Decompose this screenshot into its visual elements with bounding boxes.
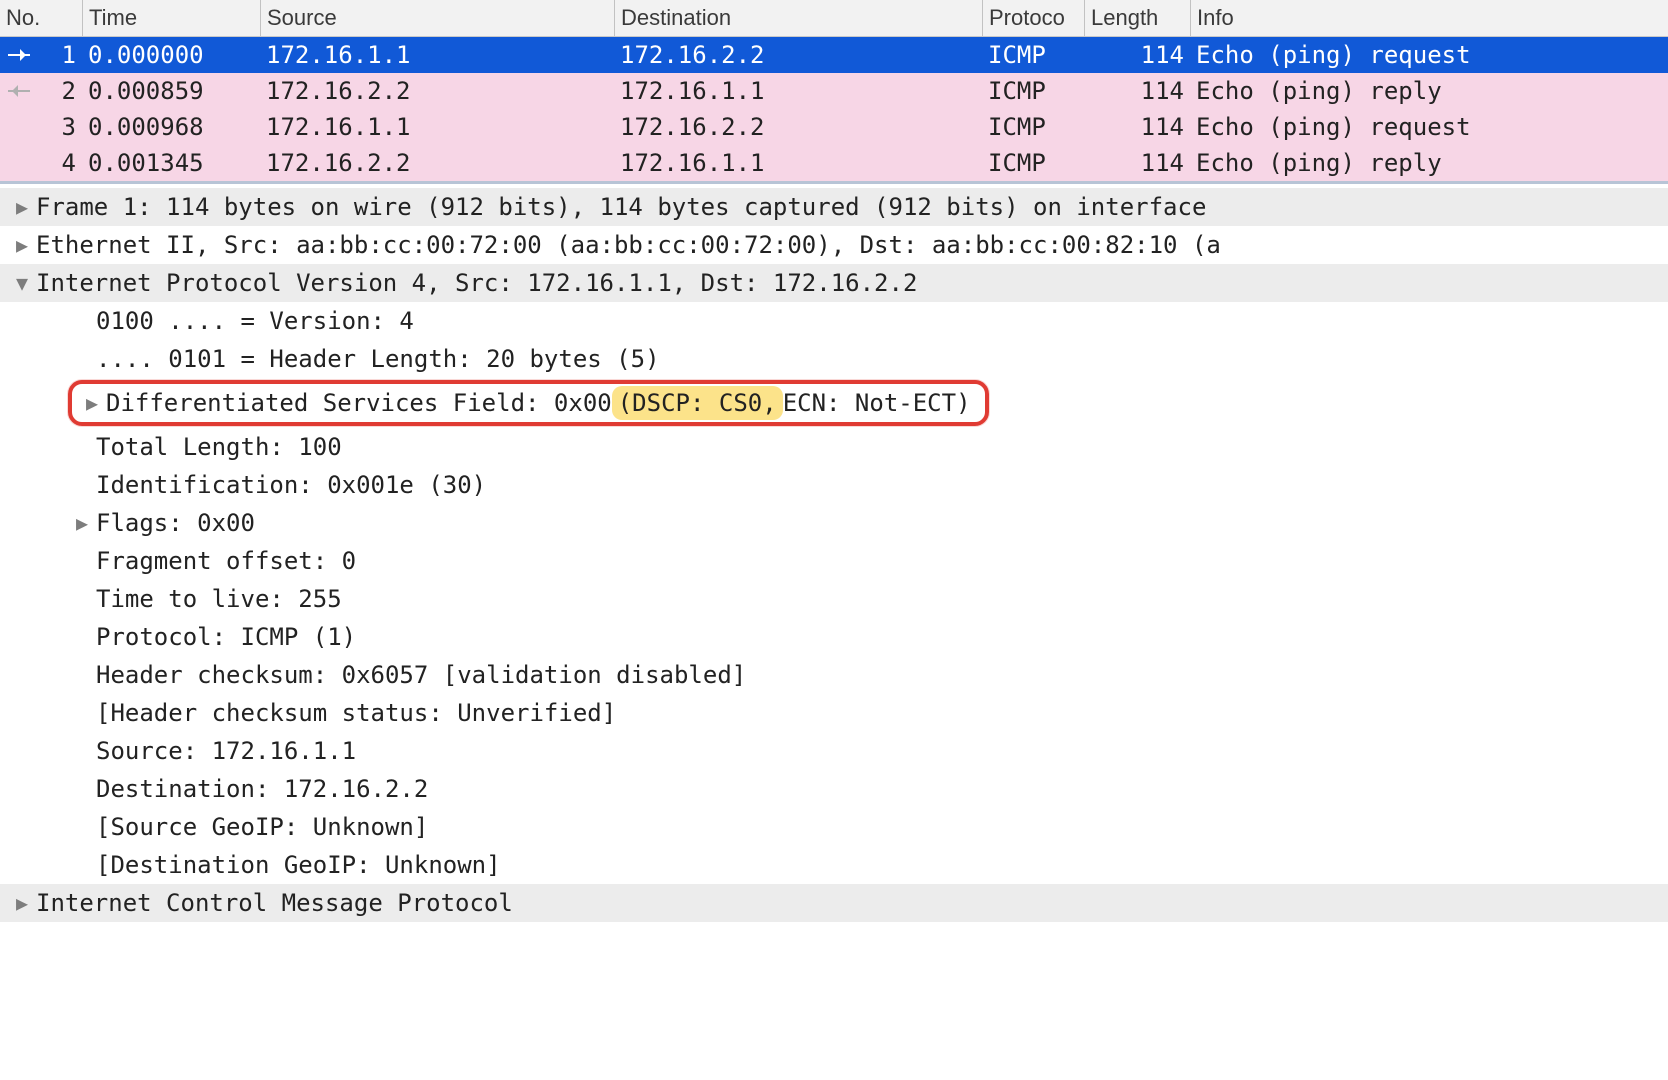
- ip-protocol[interactable]: Protocol: ICMP (1): [0, 618, 1668, 656]
- expand-icon[interactable]: ▶: [68, 506, 96, 540]
- tree-frame-label: Frame 1: 114 bytes on wire (912 bits), 1…: [36, 190, 1206, 224]
- packet-time: 0.000968: [82, 109, 260, 145]
- ip-flags[interactable]: ▶ Flags: 0x00: [0, 504, 1668, 542]
- packet-proto: ICMP: [982, 73, 1084, 109]
- ip-version[interactable]: 0100 .... = Version: 4: [0, 302, 1668, 340]
- ip-identification-label: Identification: 0x001e (30): [96, 468, 486, 502]
- col-header-source[interactable]: Source: [260, 0, 614, 36]
- expand-icon[interactable]: ▶: [78, 386, 106, 420]
- packet-length: 114: [1084, 145, 1190, 181]
- packet-list: No. Time Source Destination Protoco Leng…: [0, 0, 1668, 184]
- expand-icon[interactable]: ▶: [8, 190, 36, 224]
- packet-direction-icon: [0, 145, 38, 181]
- ip-geoip-source-label: [Source GeoIP: Unknown]: [96, 810, 428, 844]
- ip-geoip-dest-label: [Destination GeoIP: Unknown]: [96, 848, 501, 882]
- packet-proto: ICMP: [982, 37, 1084, 73]
- packet-row[interactable]: 30.000968172.16.1.1172.16.2.2ICMP114Echo…: [0, 109, 1668, 145]
- packet-direction-icon: [0, 73, 38, 109]
- expand-icon[interactable]: ▶: [8, 886, 36, 920]
- ip-fragment-offset-label: Fragment offset: 0: [96, 544, 356, 578]
- packet-list-header: No. Time Source Destination Protoco Leng…: [0, 0, 1668, 37]
- tree-ip-label: Internet Protocol Version 4, Src: 172.16…: [36, 266, 917, 300]
- ip-fragment-offset[interactable]: Fragment offset: 0: [0, 542, 1668, 580]
- tree-icmp[interactable]: ▶ Internet Control Message Protocol: [0, 884, 1668, 922]
- ip-destination-label: Destination: 172.16.2.2: [96, 772, 428, 806]
- collapse-icon[interactable]: ▼: [8, 266, 36, 300]
- packet-direction-icon: [0, 109, 38, 145]
- annotation-highlight-box: ▶ Differentiated Services Field: 0x00 (D…: [68, 380, 989, 426]
- col-header-proto[interactable]: Protoco: [982, 0, 1084, 36]
- packet-source: 172.16.1.1: [260, 109, 614, 145]
- packet-time: 0.001345: [82, 145, 260, 181]
- packet-proto: ICMP: [982, 109, 1084, 145]
- ip-source[interactable]: Source: 172.16.1.1: [0, 732, 1668, 770]
- packet-source: 172.16.1.1: [260, 37, 614, 73]
- packet-row[interactable]: 10.000000172.16.1.1172.16.2.2ICMP114Echo…: [0, 37, 1668, 73]
- packet-no: 2: [38, 73, 82, 109]
- ip-dsf-suffix: ECN: Not-ECT): [783, 386, 971, 420]
- packet-length: 114: [1084, 73, 1190, 109]
- tree-frame[interactable]: ▶ Frame 1: 114 bytes on wire (912 bits),…: [0, 188, 1668, 226]
- ip-destination[interactable]: Destination: 172.16.2.2: [0, 770, 1668, 808]
- packet-source: 172.16.2.2: [260, 73, 614, 109]
- ip-geoip-source[interactable]: [Source GeoIP: Unknown]: [0, 808, 1668, 846]
- ip-checksum-label: Header checksum: 0x6057 [validation disa…: [96, 658, 746, 692]
- ip-ttl-label: Time to live: 255: [96, 582, 342, 616]
- ip-geoip-dest[interactable]: [Destination GeoIP: Unknown]: [0, 846, 1668, 884]
- packet-dest: 172.16.2.2: [614, 109, 982, 145]
- packet-source: 172.16.2.2: [260, 145, 614, 181]
- arrow-left-icon: [8, 90, 30, 92]
- ip-flags-label: Flags: 0x00: [96, 506, 255, 540]
- col-header-length[interactable]: Length: [1084, 0, 1190, 36]
- ip-identification[interactable]: Identification: 0x001e (30): [0, 466, 1668, 504]
- packet-no: 1: [38, 37, 82, 73]
- packet-info: Echo (ping) request: [1190, 109, 1668, 145]
- packet-proto: ICMP: [982, 145, 1084, 181]
- ip-ttl[interactable]: Time to live: 255: [0, 580, 1668, 618]
- arrow-right-icon: [8, 54, 30, 56]
- packet-dest: 172.16.1.1: [614, 145, 982, 181]
- ip-total-length[interactable]: Total Length: 100: [0, 428, 1668, 466]
- ip-protocol-label: Protocol: ICMP (1): [96, 620, 356, 654]
- packet-length: 114: [1084, 109, 1190, 145]
- ip-header-length-label: .... 0101 = Header Length: 20 bytes (5): [96, 342, 660, 376]
- packet-details: ▶ Frame 1: 114 bytes on wire (912 bits),…: [0, 184, 1668, 922]
- packet-dest: 172.16.2.2: [614, 37, 982, 73]
- ip-header-length[interactable]: .... 0101 = Header Length: 20 bytes (5): [0, 340, 1668, 378]
- tree-ip[interactable]: ▼ Internet Protocol Version 4, Src: 172.…: [0, 264, 1668, 302]
- ip-total-length-label: Total Length: 100: [96, 430, 342, 464]
- packet-time: 0.000000: [82, 37, 260, 73]
- packet-info: Echo (ping) request: [1190, 37, 1668, 73]
- packet-direction-icon: [0, 37, 38, 73]
- expand-icon[interactable]: ▶: [8, 228, 36, 262]
- tree-ethernet[interactable]: ▶ Ethernet II, Src: aa:bb:cc:00:72:00 (a…: [0, 226, 1668, 264]
- ip-source-label: Source: 172.16.1.1: [96, 734, 356, 768]
- packet-time: 0.000859: [82, 73, 260, 109]
- col-header-no[interactable]: No.: [0, 0, 82, 36]
- ip-version-label: 0100 .... = Version: 4: [96, 304, 414, 338]
- ip-checksum[interactable]: Header checksum: 0x6057 [validation disa…: [0, 656, 1668, 694]
- col-header-dest[interactable]: Destination: [614, 0, 982, 36]
- ip-checksum-status-label: [Header checksum status: Unverified]: [96, 696, 616, 730]
- packet-row[interactable]: 40.001345172.16.2.2172.16.1.1ICMP114Echo…: [0, 145, 1668, 181]
- tree-icmp-label: Internet Control Message Protocol: [36, 886, 513, 920]
- tree-ethernet-label: Ethernet II, Src: aa:bb:cc:00:72:00 (aa:…: [36, 228, 1221, 262]
- ip-dsf[interactable]: ▶ Differentiated Services Field: 0x00 (D…: [0, 378, 1668, 428]
- col-header-time[interactable]: Time: [82, 0, 260, 36]
- col-header-info[interactable]: Info: [1190, 0, 1668, 36]
- packet-info: Echo (ping) reply: [1190, 73, 1668, 109]
- packet-info: Echo (ping) reply: [1190, 145, 1668, 181]
- ip-dsf-highlight: (DSCP: CS0,: [612, 386, 783, 420]
- packet-row[interactable]: 20.000859172.16.2.2172.16.1.1ICMP114Echo…: [0, 73, 1668, 109]
- packet-no: 3: [38, 109, 82, 145]
- packet-no: 4: [38, 145, 82, 181]
- ip-checksum-status[interactable]: [Header checksum status: Unverified]: [0, 694, 1668, 732]
- packet-dest: 172.16.1.1: [614, 73, 982, 109]
- ip-dsf-prefix: Differentiated Services Field: 0x00: [106, 386, 612, 420]
- packet-length: 114: [1084, 37, 1190, 73]
